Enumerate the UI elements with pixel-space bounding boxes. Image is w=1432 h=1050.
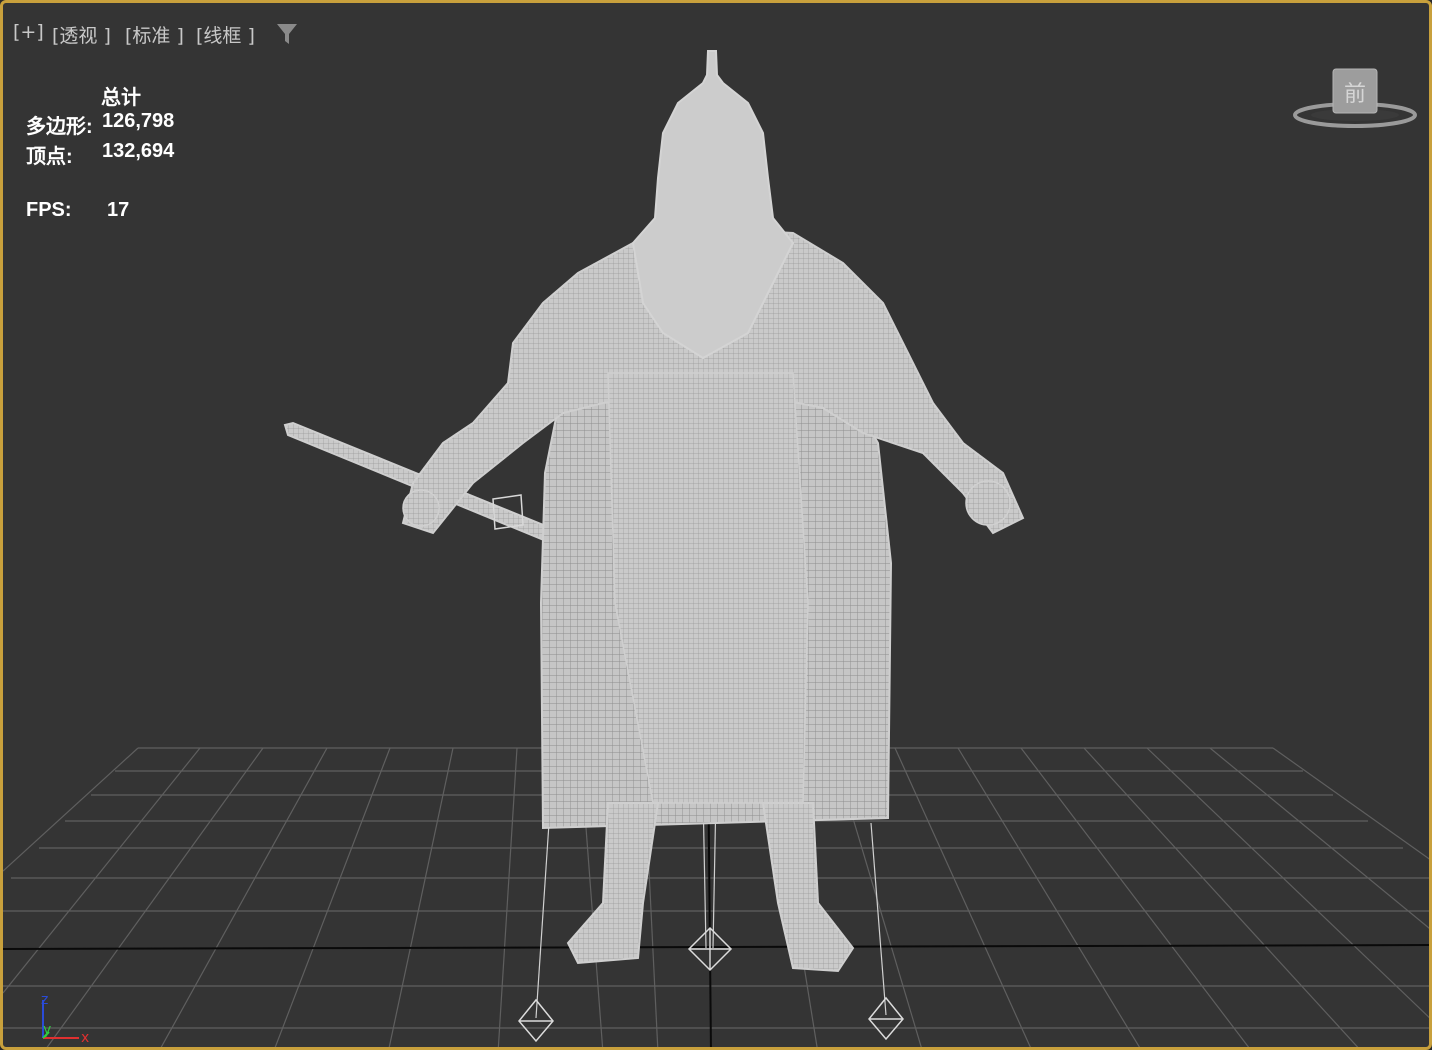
axis-x-label: x xyxy=(81,1030,89,1046)
fps-label: FPS: xyxy=(26,199,72,221)
perspective-viewport[interactable]: [+] [透视 ] [标准 ] [线框 ] 总计 多边形: 126,798 顶点… xyxy=(0,0,1432,1050)
scene-canvas[interactable] xyxy=(3,3,1432,1050)
viewport-menu-plus[interactable]: [+] xyxy=(13,21,44,43)
axis-z-label: z xyxy=(41,992,48,1008)
viewport-menu-perspective[interactable]: [透视 ] xyxy=(52,21,111,48)
viewcube-icon[interactable]: 前 xyxy=(1293,65,1423,135)
axis-tripod: z y x xyxy=(41,992,89,1046)
viewport-menu-shading-standard[interactable]: [标准 ] xyxy=(125,21,184,48)
viewcube-face-label: 前 xyxy=(1344,82,1366,107)
fps-value: 17 xyxy=(107,199,130,221)
stats-header: 总计 xyxy=(101,87,141,109)
viewport-menu-wireframe[interactable]: [线框 ] xyxy=(196,21,255,48)
vertices-value: 132,694 xyxy=(102,140,175,162)
polygons-label: 多边形: xyxy=(26,116,93,138)
polygons-value: 126,798 xyxy=(102,110,175,132)
vertices-label: 顶点: xyxy=(26,146,73,168)
axis-y-label: y xyxy=(43,1022,51,1038)
filter-funnel-icon[interactable] xyxy=(275,22,299,46)
wireframe-character-model[interactable] xyxy=(283,50,1025,1043)
